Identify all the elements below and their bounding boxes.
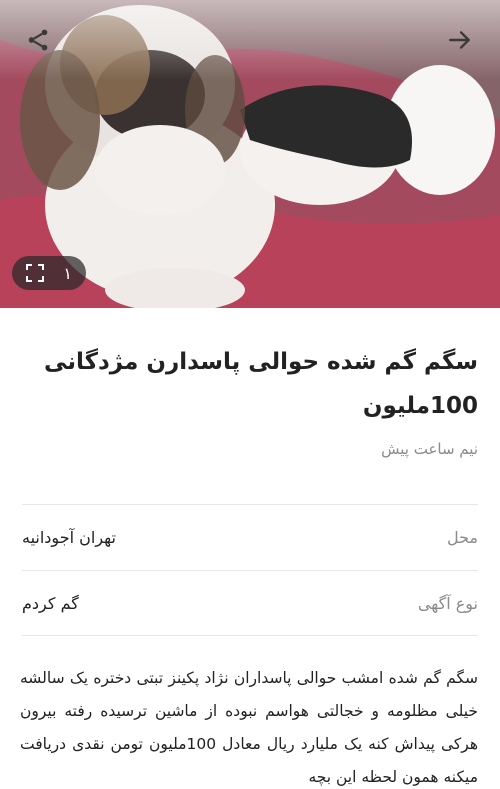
- listing-time: نیم ساعت پیش: [381, 440, 478, 458]
- share-button[interactable]: [20, 22, 56, 58]
- detail-value: تهران آجودانیه: [22, 528, 116, 547]
- detail-row-ad-type: نوع آگهی گم کردم: [22, 570, 478, 636]
- header-gradient: [0, 0, 500, 80]
- detail-row-location: محل تهران آجودانیه: [22, 504, 478, 570]
- fullscreen-icon: [26, 264, 44, 282]
- detail-label: محل: [446, 528, 478, 547]
- detail-label: نوع آگهی: [417, 593, 478, 613]
- arrow-right-icon: [449, 31, 470, 49]
- detail-value: گم کردم: [22, 593, 79, 613]
- listing-title: سگم گم شده حوالی پاسدارن مژدگانی 100ملیو…: [44, 349, 478, 419]
- share-icon: [28, 29, 48, 51]
- listing-image[interactable]: ۱: [0, 0, 500, 308]
- back-button[interactable]: [442, 22, 478, 58]
- image-count: ۱: [63, 263, 72, 283]
- gallery-fullscreen-button[interactable]: ۱: [12, 256, 86, 290]
- listing-description: سگم گم شده امشب حوالی پاسداران نژاد پکین…: [20, 669, 479, 786]
